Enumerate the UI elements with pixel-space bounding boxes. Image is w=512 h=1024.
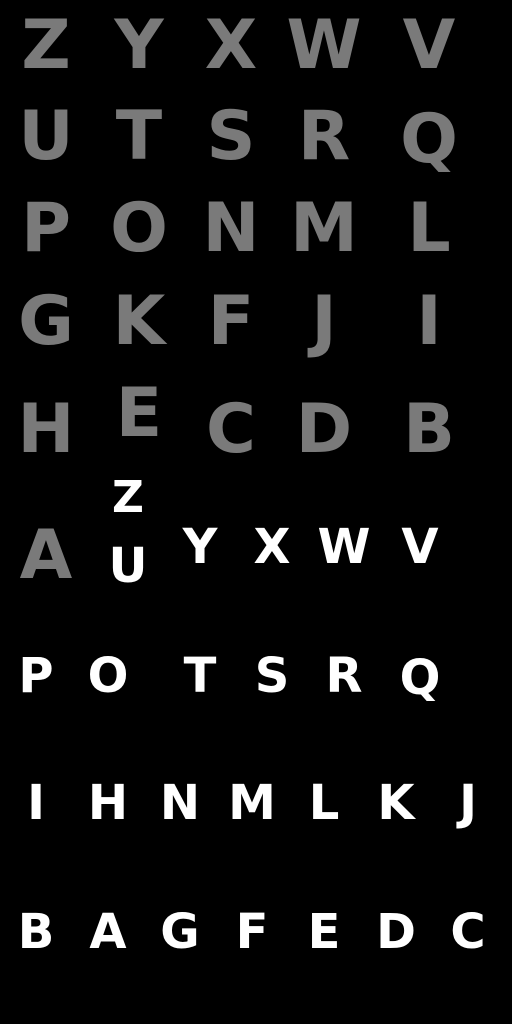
gray-letter-n: N bbox=[202, 189, 260, 268]
white-letter-d: D bbox=[376, 904, 416, 960]
white-letter-n: N bbox=[159, 775, 201, 831]
white-letter-b: B bbox=[17, 904, 55, 960]
gray-letter-j: J bbox=[311, 282, 337, 361]
white-letter-j: J bbox=[459, 775, 477, 831]
gray-letter-q: Q bbox=[400, 100, 458, 179]
white-letter-g: G bbox=[160, 904, 200, 960]
white-letter-s: S bbox=[254, 648, 290, 704]
gray-letter-g: G bbox=[18, 282, 74, 361]
white-letter-i: I bbox=[27, 775, 45, 831]
gray-letter-k: K bbox=[112, 282, 166, 361]
white-letter-t: T bbox=[183, 648, 217, 704]
gray-letter-m: M bbox=[290, 189, 358, 268]
white-letter-l: L bbox=[308, 775, 340, 831]
gray-letter-h: H bbox=[17, 390, 75, 469]
gray-letter-i: I bbox=[416, 282, 442, 361]
white-letter-p: P bbox=[18, 648, 54, 704]
gray-letter-t: T bbox=[115, 97, 163, 176]
white-letter-m: M bbox=[228, 775, 276, 831]
white-letter-a: A bbox=[89, 904, 127, 960]
gray-letter-x: X bbox=[204, 6, 258, 85]
white-letter-h: H bbox=[87, 775, 129, 831]
gray-letter-b: B bbox=[403, 390, 455, 469]
white-letter-q: Q bbox=[399, 650, 441, 706]
gray-letter-v: V bbox=[402, 6, 456, 85]
gray-letter-u: U bbox=[18, 97, 74, 176]
gray-letter-d: D bbox=[295, 390, 353, 469]
white-letter-c: C bbox=[450, 904, 486, 960]
white-letter-f: F bbox=[235, 904, 269, 960]
white-letter-v: V bbox=[401, 519, 439, 575]
gray-letter-o: O bbox=[110, 189, 168, 268]
white-letter-r: R bbox=[325, 648, 363, 704]
white-letter-u: U bbox=[108, 538, 148, 594]
white-letter-e: E bbox=[307, 904, 341, 960]
gray-letter-f: F bbox=[207, 282, 255, 361]
white-letter-z: Z bbox=[112, 472, 144, 523]
gray-letter-w: W bbox=[286, 6, 362, 85]
gray-letter-r: R bbox=[297, 97, 351, 176]
gray-letter-a: A bbox=[19, 516, 73, 595]
gray-letter-l: L bbox=[407, 189, 451, 268]
gray-letter-s: S bbox=[206, 97, 256, 176]
gray-letter-p: P bbox=[21, 189, 71, 268]
white-letter-o: O bbox=[87, 648, 129, 704]
white-letter-y: Y bbox=[182, 519, 218, 575]
white-letter-x: X bbox=[253, 519, 291, 575]
gray-letter-z: Z bbox=[21, 6, 71, 85]
gray-letter-y: Y bbox=[114, 6, 164, 85]
white-letter-k: K bbox=[377, 775, 415, 831]
gray-letter-c: C bbox=[206, 390, 256, 469]
gray-letter-e: E bbox=[115, 374, 163, 453]
white-letter-w: W bbox=[317, 519, 371, 575]
